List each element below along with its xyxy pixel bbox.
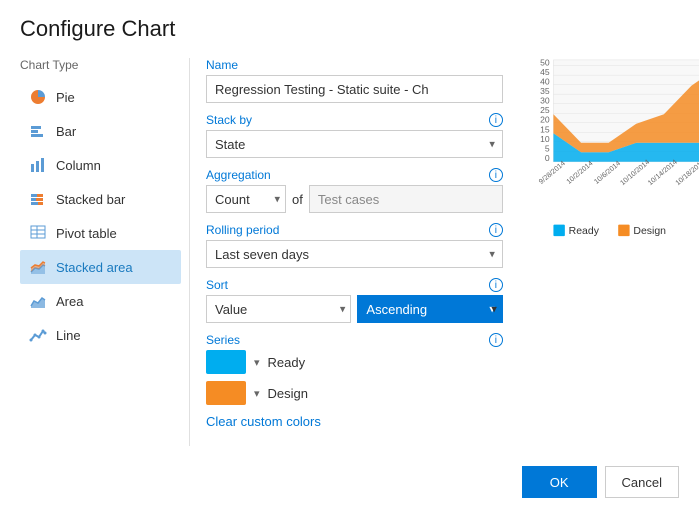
aggregation-field-input [309, 185, 503, 213]
config-panel: Name Stack by i State Aggrega [190, 58, 519, 446]
ok-button[interactable]: OK [522, 466, 597, 498]
bar-icon [28, 121, 48, 141]
stacked-area-label: Stacked area [56, 260, 133, 275]
svg-text:10/6/2014: 10/6/2014 [593, 159, 622, 186]
svg-text:15: 15 [540, 124, 550, 134]
chart-type-item-stacked-bar[interactable]: Stacked bar [20, 182, 181, 216]
svg-text:10/14/2014: 10/14/2014 [646, 158, 678, 187]
dialog-body: Chart Type Pie [20, 58, 679, 446]
series-field-group: Series i ▾ Ready ▾ Design Clear custom c… [206, 333, 503, 429]
aggregation-label: Aggregation i [206, 168, 503, 182]
stack-by-info-icon[interactable]: i [489, 113, 503, 127]
aggregation-type-select[interactable]: Count [206, 185, 286, 213]
stack-by-select[interactable]: State [206, 130, 503, 158]
svg-text:10/10/2014: 10/10/2014 [619, 158, 651, 187]
chart-preview-panel: 50 45 40 35 30 25 20 15 10 5 0 [519, 58, 699, 446]
of-text: of [292, 192, 303, 207]
pivot-table-label: Pivot table [56, 226, 117, 241]
series-row-ready: ▾ Ready [206, 350, 503, 374]
chart-type-item-pivot-table[interactable]: Pivot table [20, 216, 181, 250]
svg-text:9/28/2014: 9/28/2014 [537, 159, 566, 186]
stack-by-field-group: Stack by i State [206, 113, 503, 158]
chart-type-panel: Chart Type Pie [20, 58, 190, 446]
chart-type-item-pie[interactable]: Pie [20, 80, 181, 114]
sort-info-icon[interactable]: i [489, 278, 503, 292]
svg-text:45: 45 [540, 67, 550, 77]
aggregation-field-group: Aggregation i Count of [206, 168, 503, 213]
aggregation-row: Count of [206, 185, 503, 213]
rolling-period-select[interactable]: Last seven days [206, 240, 503, 268]
cancel-button[interactable]: Cancel [605, 466, 679, 498]
pivot-table-icon [28, 223, 48, 243]
chart-type-item-line[interactable]: Line [20, 318, 181, 352]
pie-icon [28, 87, 48, 107]
svg-text:35: 35 [540, 86, 550, 96]
series-name-design: Design [268, 386, 308, 401]
stacked-area-icon [28, 257, 48, 277]
sort-order-select[interactable]: Ascending Descending [357, 295, 502, 323]
name-input[interactable] [206, 75, 503, 103]
aggregation-info-icon[interactable]: i [489, 168, 503, 182]
bar-label: Bar [56, 124, 76, 139]
line-label: Line [56, 328, 81, 343]
series-chevron-design[interactable]: ▾ [254, 387, 260, 400]
line-icon [28, 325, 48, 345]
name-label: Name [206, 58, 503, 72]
svg-text:20: 20 [540, 115, 550, 125]
series-name-ready: Ready [268, 355, 306, 370]
svg-text:50: 50 [540, 58, 550, 68]
configure-chart-dialog: Configure Chart Chart Type Pie [0, 0, 699, 514]
svg-text:Ready: Ready [569, 226, 600, 237]
pie-label: Pie [56, 90, 75, 105]
series-color-design[interactable] [206, 381, 246, 405]
svg-text:25: 25 [540, 105, 550, 115]
series-info-icon[interactable]: i [489, 333, 503, 347]
svg-text:40: 40 [540, 77, 550, 87]
sort-value-select[interactable]: Value [206, 295, 351, 323]
clear-custom-colors-link[interactable]: Clear custom colors [206, 414, 503, 429]
rolling-period-info-icon[interactable]: i [489, 223, 503, 237]
chart-type-item-column[interactable]: Column [20, 148, 181, 182]
chart-type-item-area[interactable]: Area [20, 284, 181, 318]
rolling-period-field-group: Rolling period i Last seven days [206, 223, 503, 268]
sort-field-group: Sort i Value Ascending Descending [206, 278, 503, 323]
area-icon [28, 291, 48, 311]
sort-label: Sort i [206, 278, 503, 292]
stack-by-select-wrapper: State [206, 130, 503, 158]
stacked-bar-icon [28, 189, 48, 209]
chart-type-label: Chart Type [20, 58, 181, 72]
svg-text:30: 30 [540, 96, 550, 106]
svg-text:Design: Design [633, 226, 666, 237]
sort-order-wrapper: Ascending Descending ▾ [357, 295, 502, 323]
series-chevron-ready[interactable]: ▾ [254, 356, 260, 369]
column-label: Column [56, 158, 101, 173]
series-row-design: ▾ Design [206, 381, 503, 405]
aggregation-type-wrapper: Count [206, 185, 286, 213]
stacked-bar-label: Stacked bar [56, 192, 125, 207]
svg-text:10: 10 [540, 134, 550, 144]
svg-text:10/18/2014: 10/18/2014 [674, 158, 699, 187]
stack-by-label: Stack by i [206, 113, 503, 127]
series-label: Series i [206, 333, 503, 347]
sort-value-wrapper: Value [206, 295, 351, 323]
chart-type-item-bar[interactable]: Bar [20, 114, 181, 148]
sort-row: Value Ascending Descending ▾ [206, 295, 503, 323]
column-icon [28, 155, 48, 175]
area-label: Area [56, 294, 83, 309]
rolling-period-label: Rolling period i [206, 223, 503, 237]
svg-text:5: 5 [545, 143, 550, 153]
svg-text:0: 0 [545, 153, 550, 163]
chart-type-item-stacked-area[interactable]: Stacked area [20, 250, 181, 284]
series-color-ready[interactable] [206, 350, 246, 374]
dialog-footer: OK Cancel [20, 458, 679, 498]
svg-text:10/2/2014: 10/2/2014 [565, 159, 594, 186]
name-field-group: Name [206, 58, 503, 103]
rolling-period-select-wrapper: Last seven days [206, 240, 503, 268]
chart-svg: 50 45 40 35 30 25 20 15 10 5 0 [527, 58, 699, 258]
dialog-title: Configure Chart [20, 16, 679, 42]
